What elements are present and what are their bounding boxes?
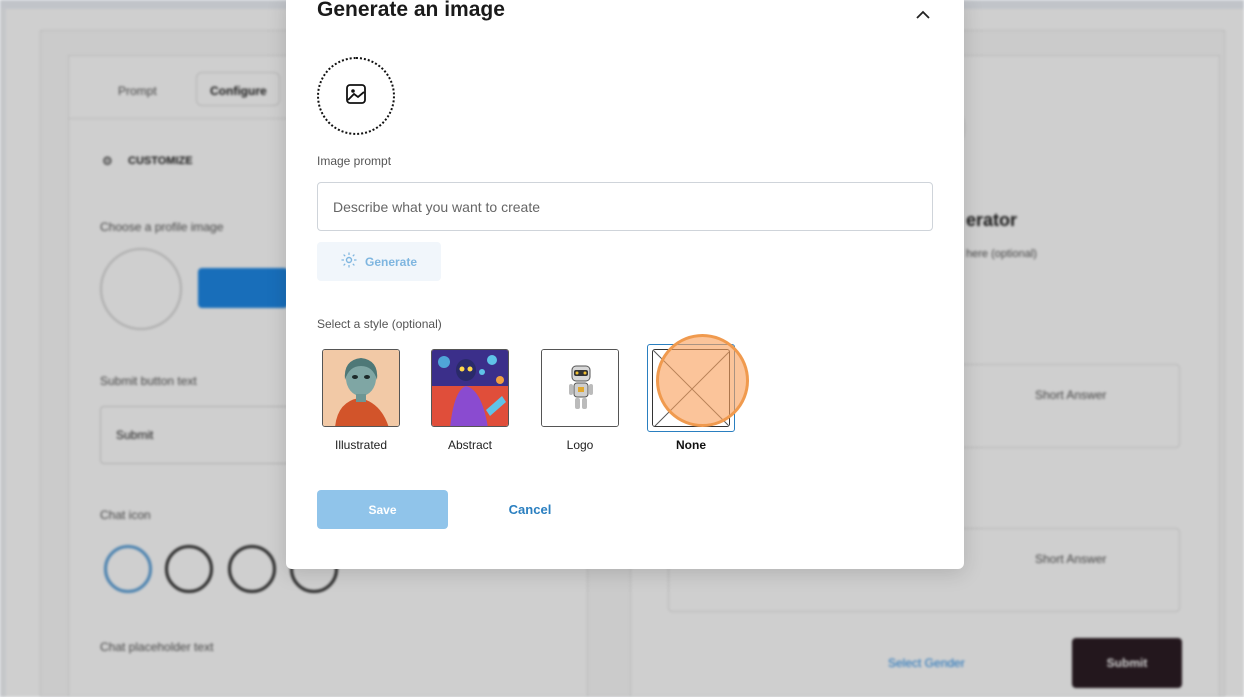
sparkle-icon bbox=[341, 252, 357, 271]
image-preview-placeholder bbox=[317, 57, 395, 135]
style-option-logo[interactable]: Logo bbox=[541, 349, 619, 452]
selected-outline bbox=[647, 344, 735, 432]
illustrated-thumbnail bbox=[322, 349, 400, 427]
generate-button[interactable]: Generate bbox=[317, 242, 441, 281]
image-icon bbox=[345, 83, 367, 110]
image-prompt-input[interactable] bbox=[317, 182, 933, 231]
style-label-logo: Logo bbox=[566, 438, 594, 452]
logo-thumbnail bbox=[541, 349, 619, 427]
image-prompt-label: Image prompt bbox=[317, 154, 392, 168]
cancel-button[interactable]: Cancel bbox=[498, 490, 562, 529]
generate-label: Generate bbox=[364, 254, 418, 269]
save-button[interactable]: Save bbox=[317, 490, 448, 529]
style-label: Select a style (optional) bbox=[317, 317, 442, 331]
none-thumbnail bbox=[652, 349, 730, 427]
style-label-none: None bbox=[676, 438, 706, 452]
style-label-illustrated: Illustrated bbox=[334, 438, 388, 452]
style-option-abstract[interactable]: Abstract bbox=[431, 349, 509, 452]
style-option-illustrated[interactable]: Illustrated bbox=[322, 349, 400, 452]
style-label-abstract: Abstract bbox=[447, 438, 492, 452]
style-option-none[interactable]: None bbox=[647, 344, 735, 452]
dialog-title: Generate an image bbox=[317, 0, 505, 21]
abstract-thumbnail bbox=[431, 349, 509, 427]
generate-image-dialog: Generate an image Image prompt Generate … bbox=[286, 0, 964, 569]
chevron-up-icon[interactable] bbox=[910, 3, 936, 25]
